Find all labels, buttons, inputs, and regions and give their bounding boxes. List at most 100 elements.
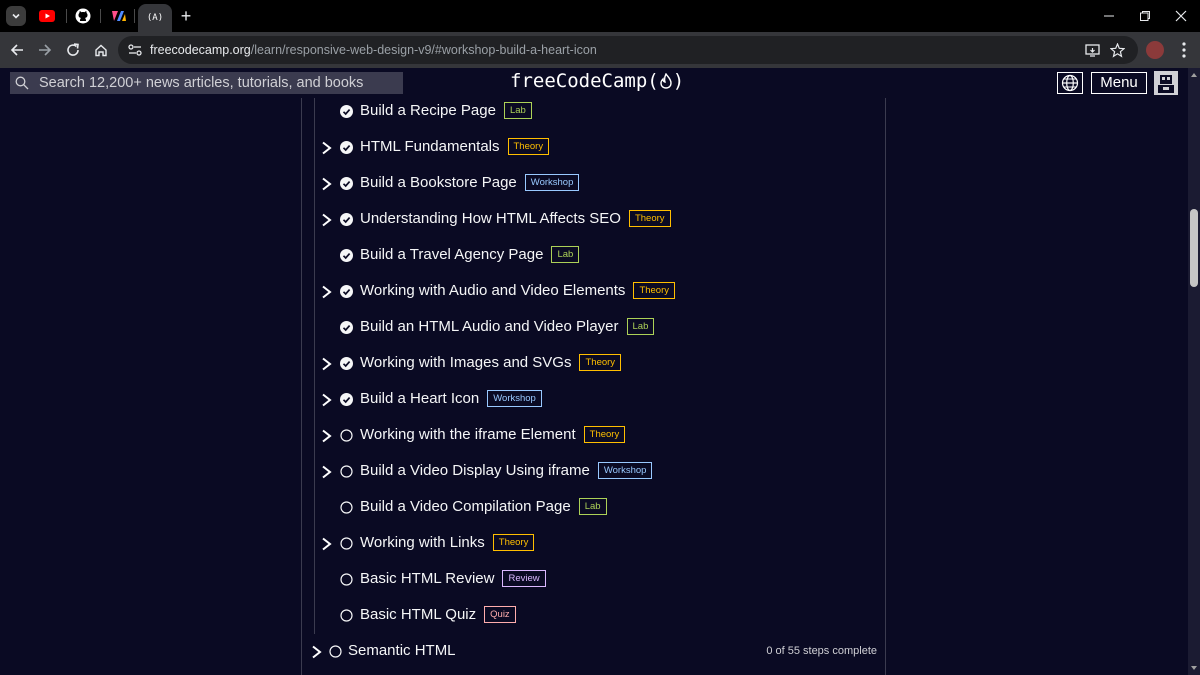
module-type-badge: Theory <box>492 534 535 551</box>
chevron-right-icon[interactable] <box>320 141 333 155</box>
block-semantic-html[interactable]: Semantic HTML 0 of 55 steps complete <box>302 634 885 670</box>
page-scrollbar[interactable] <box>1188 68 1200 675</box>
cast-button[interactable] <box>1083 41 1101 59</box>
module-row[interactable]: Build a Bookstore Page Workshop <box>0 166 1188 202</box>
module-title-link[interactable]: Working with the iframe Element Theory <box>360 426 626 443</box>
user-avatar[interactable] <box>1154 71 1178 95</box>
module-title-link[interactable]: Working with Images and SVGs Theory <box>360 354 622 371</box>
logo-text: freeCodeCamp( <box>510 70 659 92</box>
module-title-link[interactable]: Build an HTML Audio and Video Player Lab <box>360 318 655 335</box>
incomplete-circle-icon <box>340 429 353 442</box>
chevron-right-icon[interactable] <box>320 393 333 407</box>
module-row[interactable]: Build an HTML Audio and Video Player Lab <box>0 310 1188 346</box>
module-title-link[interactable]: Build a Travel Agency Page Lab <box>360 246 580 263</box>
install-app-icon <box>1084 43 1100 57</box>
forward-button[interactable] <box>33 38 57 62</box>
browser-menu-button[interactable] <box>1174 40 1194 60</box>
module-title-link[interactable]: HTML Fundamentals Theory <box>360 138 550 155</box>
chevron-down-icon <box>12 13 20 19</box>
chevron-right-icon[interactable] <box>320 537 333 551</box>
profile-avatar[interactable] <box>1146 41 1164 59</box>
module-row[interactable]: Basic HTML Quiz Quiz <box>0 598 1188 634</box>
module-title: Working with Links <box>360 534 485 551</box>
module-type-badge: Theory <box>507 138 550 155</box>
site-info-icon[interactable] <box>127 42 143 58</box>
new-tab-button[interactable]: + <box>176 6 196 26</box>
back-button[interactable] <box>5 38 29 62</box>
scroll-down-icon[interactable] <box>1190 664 1198 672</box>
check-circle-icon <box>340 213 353 226</box>
close-icon <box>1175 10 1187 22</box>
github-icon <box>75 8 91 24</box>
chevron-right-icon[interactable] <box>320 285 333 299</box>
module-title-link[interactable]: Build a Recipe Page Lab <box>360 102 532 119</box>
scrollbar-thumb[interactable] <box>1190 209 1198 287</box>
reload-button[interactable] <box>61 38 85 62</box>
check-circle-icon <box>340 393 353 406</box>
camper-avatar-icon <box>1158 75 1174 93</box>
module-row[interactable]: Working with Images and SVGs Theory <box>0 346 1188 382</box>
check-circle-icon <box>340 141 353 154</box>
pinned-tab-github[interactable] <box>68 4 98 28</box>
home-button[interactable] <box>89 38 113 62</box>
module-row[interactable]: Understanding How HTML Affects SEO Theory <box>0 202 1188 238</box>
module-title-link[interactable]: Build a Video Compilation Page Lab <box>360 498 607 515</box>
restore-icon <box>1140 11 1150 21</box>
module-title-link[interactable]: Working with Audio and Video Elements The… <box>360 282 676 299</box>
scroll-up-icon[interactable] <box>1190 71 1198 79</box>
tab-search-button[interactable] <box>6 6 26 26</box>
incomplete-circle-icon <box>329 645 342 658</box>
tab-separator <box>134 9 135 23</box>
module-row[interactable]: Build a Travel Agency Page Lab <box>0 238 1188 274</box>
module-title-link[interactable]: Basic HTML Quiz Quiz <box>360 606 516 623</box>
module-type-badge: Theory <box>633 282 676 299</box>
module-row[interactable]: Build a Recipe Page Lab <box>0 98 1188 130</box>
chevron-right-icon[interactable] <box>320 357 333 371</box>
incomplete-circle-icon <box>340 573 353 586</box>
module-row[interactable]: Basic HTML Review Review <box>0 562 1188 598</box>
pinned-tab-app[interactable] <box>104 4 134 28</box>
block-title: Semantic HTML <box>348 642 456 659</box>
chevron-right-icon[interactable] <box>320 177 333 191</box>
close-window-button[interactable] <box>1158 0 1200 32</box>
module-row[interactable]: HTML Fundamentals Theory <box>0 130 1188 166</box>
reload-icon <box>67 43 79 56</box>
search-icon <box>15 76 29 90</box>
module-title-link[interactable]: Build a Video Display Using iframe Worksh… <box>360 462 653 479</box>
search-input[interactable]: Search 12,200+ news articles, tutorials,… <box>10 72 403 94</box>
module-row[interactable]: Build a Heart Icon Workshop <box>0 382 1188 418</box>
module-title: Working with Audio and Video Elements <box>360 282 626 299</box>
incomplete-circle-icon <box>340 537 353 550</box>
module-title-link[interactable]: Understanding How HTML Affects SEO Theory <box>360 210 671 227</box>
language-button[interactable] <box>1057 72 1083 94</box>
chevron-right-icon[interactable] <box>320 429 333 443</box>
pinned-tab-youtube[interactable] <box>32 4 62 28</box>
module-title: Basic HTML Review <box>360 570 495 587</box>
chevron-right-icon[interactable] <box>320 213 333 227</box>
menu-button[interactable]: Menu <box>1091 72 1147 94</box>
address-bar[interactable]: freecodecamp.org/learn/responsive-web-de… <box>118 36 1138 64</box>
module-row[interactable]: Build a Video Compilation Page Lab <box>0 490 1188 526</box>
module-title-link[interactable]: Basic HTML Review Review <box>360 570 546 587</box>
active-tab-freecodecamp[interactable]: (A) <box>138 4 172 32</box>
module-row[interactable]: Working with Audio and Video Elements The… <box>0 274 1188 310</box>
app-logo-icon <box>112 11 126 21</box>
youtube-icon <box>39 10 55 22</box>
module-row[interactable]: Working with the iframe Element Theory <box>0 418 1188 454</box>
chevron-right-icon[interactable] <box>320 465 333 479</box>
globe-icon <box>1061 74 1079 92</box>
module-title-link[interactable]: Working with Links Theory <box>360 534 535 551</box>
module-title-link[interactable]: Build a Heart Icon Workshop <box>360 390 542 407</box>
module-title-link[interactable]: Build a Bookstore Page Workshop <box>360 174 580 191</box>
module-row[interactable]: Working with Links Theory <box>0 526 1188 562</box>
module-type-badge: Review <box>502 570 546 587</box>
flame-icon <box>660 72 672 89</box>
module-type-badge: Theory <box>583 426 626 443</box>
bookmark-button[interactable] <box>1108 41 1126 59</box>
module-row[interactable]: Build a Video Display Using iframe Worksh… <box>0 454 1188 490</box>
freecodecamp-logo[interactable]: freeCodeCamp() <box>510 70 684 92</box>
fcc-navbar: Search 12,200+ news articles, tutorials,… <box>0 68 1200 98</box>
search-placeholder: Search 12,200+ news articles, tutorials,… <box>39 75 364 91</box>
check-circle-icon <box>340 105 353 118</box>
star-icon <box>1109 42 1125 58</box>
